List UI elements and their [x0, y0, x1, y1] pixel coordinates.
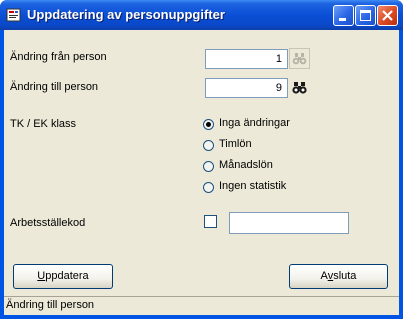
update-button[interactable]: Uppdatera	[13, 264, 113, 289]
to-person-field[interactable]: 9	[205, 78, 288, 98]
status-bar-text: Ändring till person	[6, 299, 95, 311]
quit-button-label-end: sluta	[333, 270, 357, 282]
binoculars-icon	[292, 82, 307, 94]
to-person-lookup-button[interactable]	[289, 77, 310, 98]
from-person-lookup-button[interactable]	[289, 48, 310, 69]
workplace-code-label: Arbetsställekod	[10, 217, 86, 229]
window-title: Uppdatering av personuppgifter	[27, 7, 225, 22]
title-bar[interactable]: Uppdatering av personuppgifter	[0, 0, 403, 30]
radio-manadslon[interactable]	[203, 161, 214, 172]
minimize-icon	[339, 18, 346, 21]
to-person-label: Ändring till person	[10, 81, 99, 93]
tk-ek-class-label: TK / EK klass	[10, 118, 77, 130]
radio-timlon[interactable]	[203, 140, 214, 151]
close-icon	[382, 10, 393, 21]
radio-inga-andringar-label: Inga ändringar	[219, 117, 290, 129]
radio-ingen-statistik[interactable]	[203, 182, 214, 193]
workplace-code-field[interactable]	[229, 212, 349, 234]
maximize-icon	[360, 10, 371, 21]
from-person-field[interactable]: 1	[205, 49, 288, 69]
from-person-label: Ändring från person	[10, 51, 107, 63]
radio-ingen-statistik-label: Ingen statistik	[219, 180, 287, 192]
workplace-code-checkbox[interactable]	[204, 215, 217, 228]
quit-button[interactable]: Avsluta	[289, 264, 388, 289]
close-button[interactable]	[377, 5, 398, 26]
dialog-body: Ändring från person 1 Ändring till perso…	[4, 30, 399, 315]
form-icon	[6, 8, 21, 22]
radio-timlon-label: Timlön	[219, 138, 252, 150]
app-window: Uppdatering av personuppgifter Ändring f…	[0, 0, 403, 319]
binoculars-icon	[292, 53, 307, 65]
radio-inga-andringar[interactable]	[203, 119, 214, 130]
status-bar: Ändring till person	[4, 296, 399, 315]
radio-manadslon-label: Månadslön	[219, 159, 273, 171]
maximize-button[interactable]	[355, 5, 376, 26]
minimize-button[interactable]	[333, 5, 354, 26]
update-button-label: ppdatera	[45, 270, 89, 282]
quit-button-label-start: A	[320, 270, 328, 282]
